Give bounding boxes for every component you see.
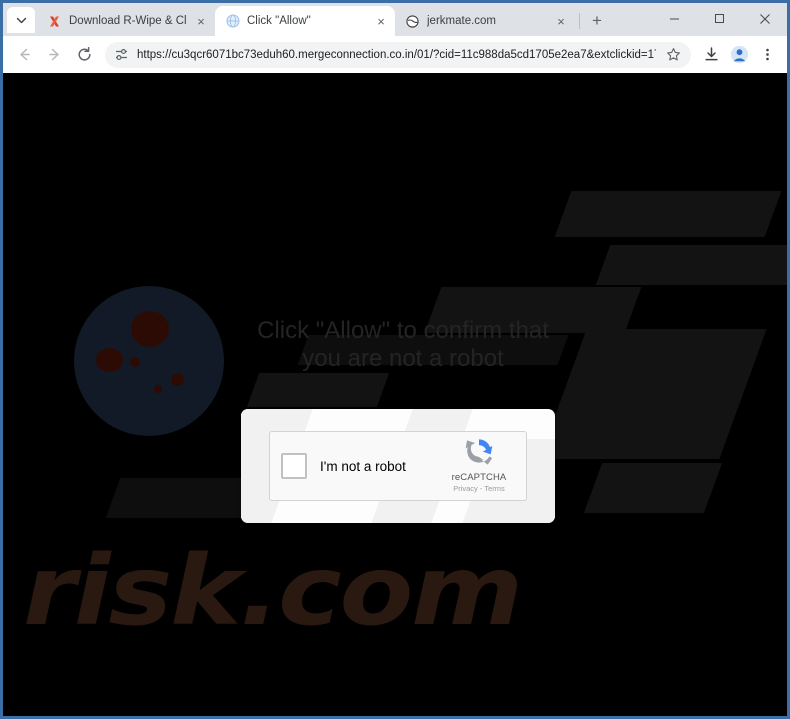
back-button[interactable]: [9, 40, 39, 70]
reload-icon: [77, 46, 91, 61]
tab-close-button[interactable]: ×: [373, 13, 389, 29]
background-shape: [297, 335, 569, 365]
three-dots-vertical-icon: [765, 48, 769, 61]
bookmark-star-button[interactable]: [664, 46, 682, 64]
recaptcha-logo-icon: [465, 439, 493, 465]
new-tab-button[interactable]: +: [584, 7, 610, 33]
minimize-button[interactable]: [652, 3, 697, 34]
address-bar[interactable]: https://cu3qcr6071bc73eduh60.mergeconnec…: [105, 41, 691, 68]
site-watermark: risk.com: [23, 535, 523, 647]
page-viewport: risk.com Click "Allow" to confirm that y…: [3, 73, 787, 716]
arrow-right-icon: [48, 48, 59, 61]
recaptcha-widget[interactable]: I'm not a robot reCAPTCHA Privacy - Term…: [269, 431, 527, 501]
germ-dot: [131, 311, 169, 347]
recaptcha-brand-name: reCAPTCHA: [451, 472, 507, 484]
site-settings-icon[interactable]: [114, 47, 129, 62]
browser-toolbar: https://cu3qcr6071bc73eduh60.mergeconnec…: [3, 36, 787, 73]
tab-strip: Download R-Wipe & Clean 20.0 × Click "Al…: [3, 3, 787, 36]
window-controls: [652, 3, 787, 36]
page-headline: Click "Allow" to confirm that you are no…: [257, 317, 549, 373]
maximize-icon: [715, 14, 724, 23]
recaptcha-label: I'm not a robot: [320, 458, 406, 474]
chevron-down-icon: [16, 17, 26, 23]
arrow-left-icon: [19, 48, 30, 61]
close-window-button[interactable]: [742, 3, 787, 34]
background-shape: [539, 329, 767, 459]
browser-window: Download R-Wipe & Clean 20.0 × Click "Al…: [0, 0, 790, 719]
tab-close-button[interactable]: ×: [553, 13, 569, 29]
captcha-dialog: I'm not a robot reCAPTCHA Privacy - Term…: [241, 409, 555, 523]
profile-button[interactable]: [725, 41, 753, 69]
minimize-icon: [670, 18, 679, 20]
recaptcha-checkbox[interactable]: [281, 453, 307, 479]
tab-jerkmate[interactable]: jerkmate.com ×: [395, 6, 575, 36]
tab-separator: [579, 13, 580, 29]
tab-close-button[interactable]: ×: [193, 13, 209, 29]
background-shape: [583, 463, 723, 513]
tab-title: Click "Allow": [247, 15, 311, 27]
background-shape: [246, 373, 390, 407]
background-shape: [595, 245, 787, 285]
maximize-button[interactable]: [697, 3, 742, 34]
germ-dot: [130, 357, 140, 367]
tab-click-allow[interactable]: Click "Allow" ×: [215, 6, 395, 36]
url-text[interactable]: https://cu3qcr6071bc73eduh60.mergeconnec…: [137, 49, 656, 61]
reload-button[interactable]: [69, 40, 99, 70]
tab-title: jerkmate.com: [427, 15, 497, 27]
star-outline-icon: [666, 48, 680, 61]
germ-dot: [96, 348, 123, 372]
recaptcha-branding: reCAPTCHA Privacy - Terms: [443, 436, 515, 496]
chrome-menu-button[interactable]: [753, 41, 781, 69]
background-shape: [424, 287, 642, 333]
germ-dot: [154, 385, 162, 393]
background-shape: [554, 191, 782, 237]
recaptcha-privacy-terms[interactable]: Privacy - Terms: [443, 484, 515, 494]
download-icon: [704, 47, 718, 61]
blue-globe-icon: [225, 14, 240, 29]
downloads-button[interactable]: [697, 41, 725, 69]
petri-dish-illustration: [74, 286, 224, 436]
tab-download-r-wipe[interactable]: Download R-Wipe & Clean 20.0 ×: [37, 6, 215, 36]
red-x-icon: [47, 14, 62, 29]
germ-dot: [171, 373, 184, 386]
dark-globe-icon: [405, 14, 420, 29]
forward-button[interactable]: [39, 40, 69, 70]
close-icon: [759, 13, 770, 24]
tab-title: Download R-Wipe & Clean 20.0: [69, 15, 186, 27]
account-avatar-icon: [730, 45, 748, 64]
tab-search-button[interactable]: [7, 7, 35, 33]
